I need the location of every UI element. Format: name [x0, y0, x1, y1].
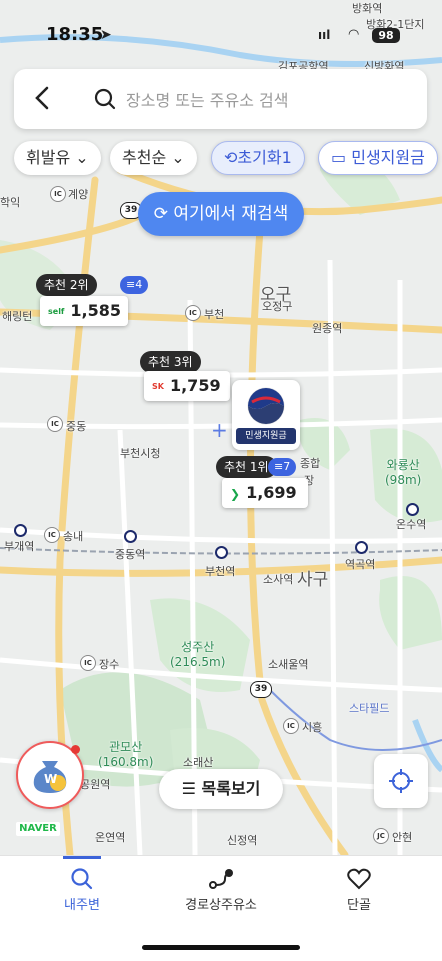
- mountain-label: 와룡산 (98m): [385, 458, 422, 487]
- naver-logo: NAVER: [16, 822, 60, 836]
- station-marker-rank2[interactable]: 추천 2위 ≡4 self 1,585: [36, 274, 149, 326]
- tab-nearby[interactable]: 내주변: [27, 864, 137, 913]
- map-label: 부천: [204, 308, 225, 321]
- map-center-crosshair: +: [211, 418, 228, 442]
- ic-marker: IC: [80, 655, 96, 671]
- tab-route-stations[interactable]: 경로상주유소: [166, 864, 276, 913]
- reset-filter-button[interactable]: ⟲초기화1: [211, 141, 305, 175]
- station-label: 역곡역: [345, 558, 376, 571]
- subway-dot: [355, 541, 368, 554]
- ic-marker: IC: [50, 186, 66, 202]
- list-view-button[interactable]: ☰ 목록보기: [159, 769, 283, 809]
- map-label: 시흥: [302, 721, 323, 734]
- sort-dropdown[interactable]: 추천순 ⌄: [110, 141, 197, 175]
- search-icon: [27, 864, 137, 894]
- map-label: 학익: [0, 196, 21, 209]
- station-label: 부개역: [4, 540, 35, 553]
- research-here-button[interactable]: ⟳ 여기에서 재검색: [138, 192, 304, 236]
- wifi-icon: ◠: [348, 27, 360, 42]
- price-tag: self 1,585: [40, 296, 128, 326]
- map-label: 장수: [99, 658, 120, 671]
- station-label: 온연역: [95, 831, 126, 844]
- status-time: 18:35: [46, 24, 104, 45]
- route-39-badge: 39: [250, 681, 272, 698]
- review-badge: ≡7: [268, 458, 297, 476]
- route-icon: [166, 864, 276, 894]
- back-arrow-icon[interactable]: [34, 85, 50, 116]
- station-marker-rank3[interactable]: 추천 3위 SK 1,759: [140, 351, 230, 403]
- brand-logo: ❯: [230, 486, 241, 501]
- chevron-down-icon: ⌄: [75, 148, 89, 167]
- price-tag: SK 1,759: [144, 371, 230, 401]
- map-label: 송내: [63, 530, 84, 543]
- location-arrow-icon: ➤: [100, 27, 112, 43]
- map-label: 계양: [68, 188, 89, 201]
- map-label: 해링턴: [2, 310, 33, 323]
- mountain-label: 성주산 (216.5m): [170, 640, 226, 669]
- map-label: 안현: [392, 831, 413, 844]
- station-label: 소새울역: [268, 658, 309, 671]
- subway-dot: [215, 546, 228, 559]
- brand-logo: self: [48, 306, 65, 316]
- map-label: 부천시청: [120, 447, 161, 460]
- station-label: 부천역: [205, 565, 236, 578]
- chevron-down-icon: ⌄: [171, 148, 185, 167]
- brand-logo: SK: [152, 381, 164, 391]
- support-fund-label: 민생지원금: [236, 428, 296, 444]
- map-label: 스타필드: [349, 702, 390, 715]
- subway-dot: [124, 530, 137, 543]
- card-icon: ▭: [331, 148, 347, 167]
- station-label: 신정역: [227, 834, 258, 847]
- heart-icon: [304, 864, 414, 894]
- rank-label: 추천 2위: [36, 274, 97, 296]
- ic-marker: IC: [185, 305, 201, 321]
- subway-dot: [14, 524, 27, 537]
- wallet-button[interactable]: W: [16, 741, 84, 809]
- review-badge: ≡4: [120, 276, 149, 294]
- ic-marker: IC: [44, 527, 60, 543]
- tab-favorites[interactable]: 단골: [304, 864, 414, 913]
- ic-marker: IC: [47, 416, 63, 432]
- map-label: 소래산: [183, 756, 214, 769]
- government-emblem-icon: [247, 387, 285, 425]
- rank-label: 추천 3위: [140, 351, 201, 373]
- support-fund-filter[interactable]: ▭ 민생지원금: [318, 141, 438, 175]
- subway-dot: [406, 503, 419, 516]
- search-input[interactable]: 장소명 또는 주유소 검색: [126, 87, 288, 111]
- jc-marker: JC: [373, 828, 389, 844]
- station-label: 온수역: [396, 518, 427, 531]
- station-label: 원종역: [312, 322, 343, 335]
- station-label: 공원역: [80, 778, 111, 791]
- station-label: 중동역: [115, 548, 146, 561]
- search-icon: [94, 88, 116, 114]
- station-marker-rank1[interactable]: 추천 1위 ≡7 ❯ 1,699: [216, 456, 316, 510]
- svg-text:W: W: [44, 772, 57, 786]
- fuel-type-dropdown[interactable]: 휘발유 ⌄: [14, 141, 101, 175]
- district-label: 사구: [297, 570, 329, 590]
- signal-icon: ııl: [318, 28, 331, 42]
- current-location-button[interactable]: [374, 754, 428, 808]
- list-icon: ☰: [181, 779, 196, 798]
- refresh-icon: ⟳: [153, 204, 168, 224]
- mountain-label: 관모산 (160.8m): [98, 740, 154, 769]
- home-indicator: [142, 945, 300, 950]
- money-bag-icon: W: [33, 761, 67, 793]
- status-bar: 18:35 ➤ ııl ◠ 98: [0, 0, 442, 56]
- battery-indicator: 98: [372, 28, 400, 43]
- map-label: 오정구: [262, 300, 293, 313]
- station-label: 소사역: [263, 573, 294, 586]
- active-tab-indicator: [63, 856, 101, 859]
- search-bar[interactable]: 장소명 또는 주유소 검색: [14, 69, 427, 129]
- refresh-icon: ⟲: [224, 148, 238, 167]
- map-label: 중동: [66, 420, 87, 433]
- notification-dot: [71, 745, 80, 754]
- price-tag: ❯ 1,699: [222, 478, 308, 508]
- crosshair-icon: [389, 769, 413, 793]
- support-fund-marker[interactable]: 민생지원금: [232, 380, 300, 450]
- ic-marker: IC: [283, 718, 299, 734]
